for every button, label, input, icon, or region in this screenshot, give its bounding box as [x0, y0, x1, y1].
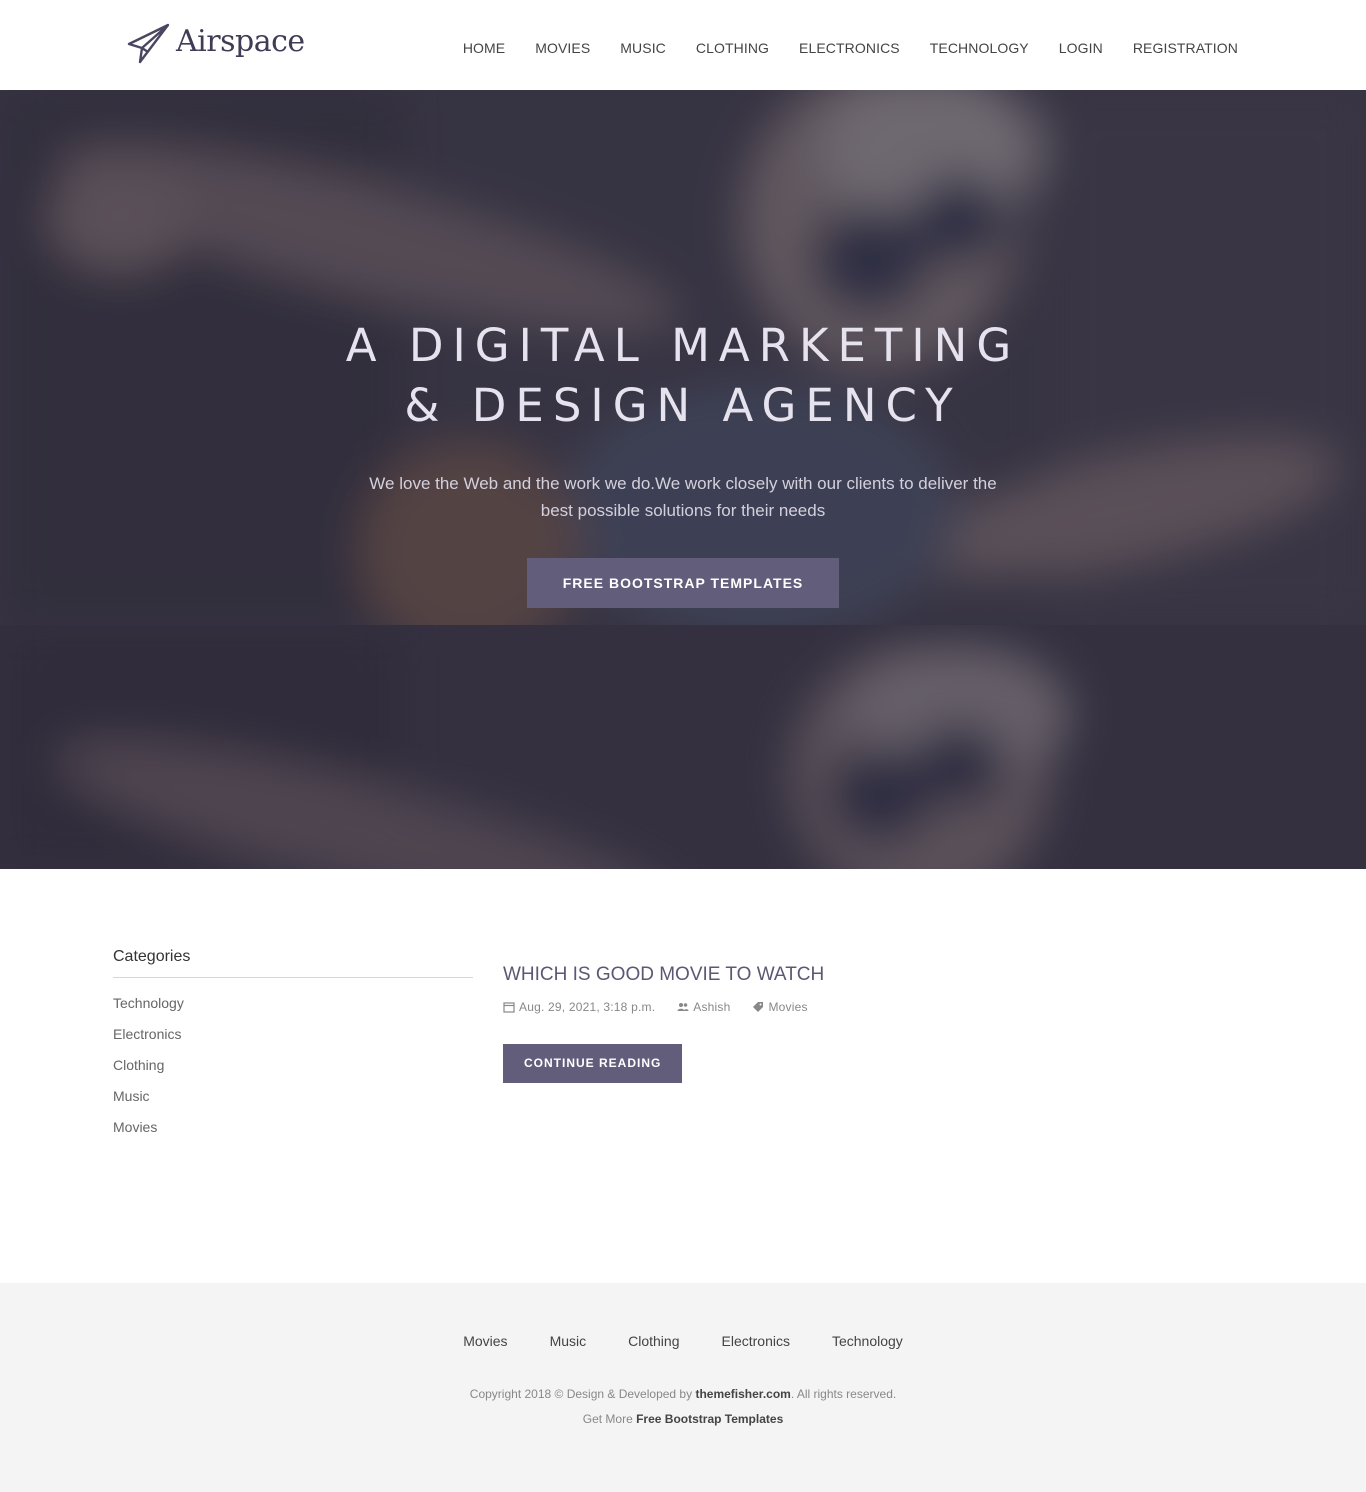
category-link-clothing[interactable]: Clothing [113, 1057, 164, 1073]
secondary-banner-image [0, 625, 1366, 869]
footer-link-technology[interactable]: Technology [832, 1333, 903, 1349]
site-header: Airspace HOME MOVIES MUSIC CLOTHING ELEC… [0, 0, 1366, 90]
categories-sidebar: Categories Technology Electronics Clothi… [113, 948, 473, 1150]
category-item: Electronics [113, 1026, 473, 1057]
post-category: Movies [752, 1000, 807, 1014]
footer-nav: Movies Music Clothing Electronics Techno… [0, 1333, 1366, 1349]
nav-music[interactable]: MUSIC [620, 40, 666, 56]
footer-link-movies[interactable]: Movies [463, 1333, 507, 1349]
hero-content: A DIGITAL MARKETING & DESIGN AGENCY We l… [0, 316, 1366, 608]
nav-movies[interactable]: MOVIES [535, 40, 590, 56]
copyright-suffix: . All rights reserved. [790, 1387, 897, 1401]
category-link-music[interactable]: Music [113, 1088, 150, 1104]
free-templates-button[interactable]: FREE BOOTSTRAP TEMPLATES [526, 558, 840, 608]
hero-subtitle: We love the Web and the work we do.We wo… [369, 474, 997, 520]
post-author: Ashish [677, 1000, 730, 1014]
post-meta: Aug. 29, 2021, 3:18 p.m. Ashish Movies [503, 1000, 1263, 1014]
hero-banner: A DIGITAL MARKETING & DESIGN AGENCY We l… [0, 90, 1366, 625]
nav-technology[interactable]: TECHNOLOGY [930, 40, 1029, 56]
blog-post: WHICH IS GOOD MOVIE TO WATCH Aug. 29, 20… [503, 964, 1263, 1083]
post-date-text: Aug. 29, 2021, 3:18 p.m. [519, 1000, 656, 1014]
hero-title: A DIGITAL MARKETING & DESIGN AGENCY [0, 316, 1366, 436]
category-item: Music [113, 1088, 473, 1119]
brand-name: Airspace [176, 23, 305, 59]
more-templates-line: Get More Free Bootstrap Templates [0, 1407, 1366, 1432]
themefisher-link[interactable]: themefisher.com [695, 1387, 790, 1401]
paper-plane-icon [127, 23, 170, 64]
nav-home[interactable]: HOME [463, 40, 505, 56]
brand-logo[interactable]: Airspace [126, 22, 305, 66]
category-link-electronics[interactable]: Electronics [113, 1026, 181, 1042]
category-item: Movies [113, 1119, 473, 1150]
post-date: Aug. 29, 2021, 3:18 p.m. [503, 1000, 655, 1014]
users-icon [677, 1003, 689, 1011]
category-link-movies[interactable]: Movies [113, 1119, 157, 1135]
tag-icon [753, 1002, 764, 1012]
hero-title-line1: A DIGITAL MARKETING [345, 319, 1021, 372]
nav-electronics[interactable]: ELECTRONICS [799, 40, 900, 56]
continue-reading-button[interactable]: CONTINUE READING [503, 1044, 683, 1083]
hero-title-line2: & DESIGN AGENCY [404, 379, 962, 432]
post-title[interactable]: WHICH IS GOOD MOVIE TO WATCH [503, 964, 1263, 986]
site-footer: Movies Music Clothing Electronics Techno… [0, 1283, 1366, 1492]
more-prefix: Get More [582, 1412, 633, 1426]
category-link-technology[interactable]: Technology [113, 995, 184, 1011]
copyright-line: Copyright 2018 © Design & Developed by t… [0, 1382, 1366, 1407]
categories-title: Categories [113, 948, 473, 978]
copyright: Copyright 2018 © Design & Developed by t… [0, 1382, 1366, 1432]
category-item: Clothing [113, 1057, 473, 1088]
post-category-name[interactable]: Movies [768, 1000, 807, 1014]
free-templates-link[interactable]: Free Bootstrap Templates [636, 1412, 783, 1426]
footer-link-electronics[interactable]: Electronics [722, 1333, 790, 1349]
category-item: Technology [113, 995, 473, 1026]
calendar-icon [503, 1002, 515, 1013]
categories-list: Technology Electronics Clothing Music Mo… [113, 995, 473, 1150]
main-nav: HOME MOVIES MUSIC CLOTHING ELECTRONICS T… [433, 40, 1238, 56]
post-author-name[interactable]: Ashish [693, 1000, 730, 1014]
nav-registration[interactable]: REGISTRATION [1133, 40, 1238, 56]
secondary-banner [0, 625, 1366, 869]
footer-link-clothing[interactable]: Clothing [628, 1333, 679, 1349]
nav-clothing[interactable]: CLOTHING [696, 40, 769, 56]
copyright-prefix: Copyright 2018 © Design & Developed by [469, 1387, 693, 1401]
footer-link-music[interactable]: Music [550, 1333, 587, 1349]
nav-login[interactable]: LOGIN [1059, 40, 1103, 56]
